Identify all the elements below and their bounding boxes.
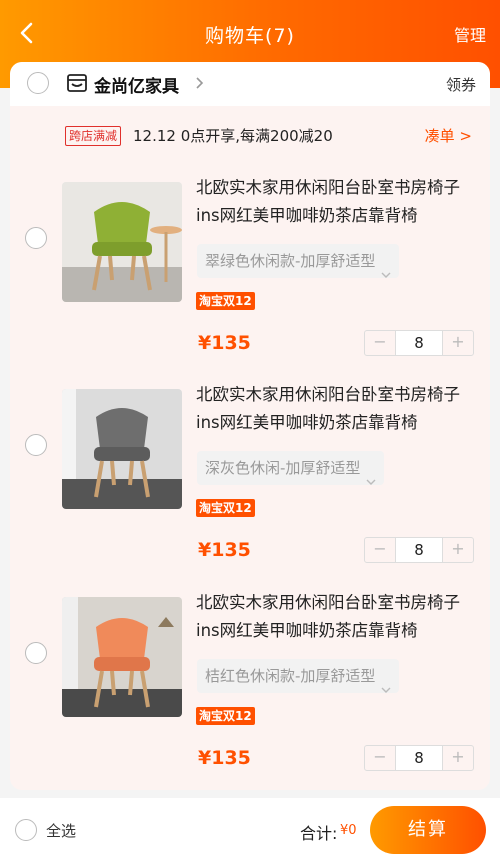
product-image[interactable] bbox=[62, 182, 182, 302]
store-card: 金尚亿家具 领券 跨店满减 12.12 0点开享,每满200减20 凑单 > 北… bbox=[10, 62, 490, 790]
select-all-label[interactable]: 全选 bbox=[46, 820, 76, 841]
decrease-button[interactable]: − bbox=[365, 331, 395, 355]
coupon-button[interactable]: 领券 bbox=[446, 74, 476, 95]
item-price: ¥135 bbox=[198, 747, 251, 769]
sku-label: 翠绿色休闲款-加厚舒适型 bbox=[205, 252, 376, 270]
promo-badge: 淘宝双12 bbox=[196, 707, 255, 725]
store-select-radio[interactable] bbox=[27, 72, 49, 94]
promo-badge: 淘宝双12 bbox=[196, 499, 255, 517]
store-header: 金尚亿家具 领券 bbox=[10, 62, 490, 106]
increase-button[interactable]: + bbox=[443, 331, 473, 355]
sku-selector[interactable]: 翠绿色休闲款-加厚舒适型 bbox=[197, 244, 400, 278]
select-all-radio[interactable] bbox=[15, 819, 37, 841]
promo-text: 12.12 0点开享,每满200减20 bbox=[133, 127, 333, 145]
quantity-input[interactable]: 8 bbox=[395, 331, 443, 355]
header-row: 购物车(7) 管理 bbox=[0, 12, 500, 56]
product-image[interactable] bbox=[62, 597, 182, 717]
quantity-input[interactable]: 8 bbox=[395, 746, 443, 770]
chevron-down-icon bbox=[366, 464, 376, 485]
promo-badge: 淘宝双12 bbox=[196, 292, 255, 310]
product-title[interactable]: 北欧实木家用休闲阳台卧室书房椅子ins网红美甲咖啡奶茶店靠背椅 bbox=[196, 381, 476, 437]
increase-button[interactable]: + bbox=[443, 538, 473, 562]
item-price: ¥135 bbox=[198, 332, 251, 354]
increase-button[interactable]: + bbox=[443, 746, 473, 770]
cart-item: 北欧实木家用休闲阳台卧室书房椅子ins网红美甲咖啡奶茶店靠背椅 翠绿色休闲款-加… bbox=[10, 178, 490, 382]
cart-item: 北欧实木家用休闲阳台卧室书房椅子ins网红美甲咖啡奶茶店靠背椅 深灰色休闲-加厚… bbox=[10, 385, 490, 589]
quantity-stepper: − 8 + bbox=[364, 330, 474, 356]
add-items-link[interactable]: 凑单 > bbox=[425, 125, 472, 146]
store-name[interactable]: 金尚亿家具 bbox=[94, 72, 179, 97]
promo-tag: 跨店满减 bbox=[65, 126, 122, 146]
cart-item: 北欧实木家用休闲阳台卧室书房椅子ins网红美甲咖啡奶茶店靠背椅 桔红色休闲款-加… bbox=[10, 593, 490, 790]
quantity-stepper: − 8 + bbox=[364, 745, 474, 771]
item-select-radio[interactable] bbox=[25, 434, 47, 456]
chevron-down-icon bbox=[381, 672, 391, 693]
quantity-stepper: − 8 + bbox=[364, 537, 474, 563]
product-title[interactable]: 北欧实木家用休闲阳台卧室书房椅子ins网红美甲咖啡奶茶店靠背椅 bbox=[196, 589, 476, 645]
product-title[interactable]: 北欧实木家用休闲阳台卧室书房椅子ins网红美甲咖啡奶茶店靠背椅 bbox=[196, 174, 476, 230]
manage-button[interactable]: 管理 bbox=[454, 22, 486, 46]
sku-selector[interactable]: 深灰色休闲-加厚舒适型 bbox=[197, 451, 385, 485]
promo-row: 跨店满减 12.12 0点开享,每满200减20 凑单 > bbox=[10, 122, 490, 150]
decrease-button[interactable]: − bbox=[365, 746, 395, 770]
checkout-bar: 全选 合计: ¥0 结算 bbox=[0, 798, 500, 863]
shop-icon bbox=[66, 72, 88, 94]
sku-label: 桔红色休闲款-加厚舒适型 bbox=[205, 667, 376, 685]
chevron-down-icon bbox=[381, 257, 391, 278]
chevron-left-icon[interactable] bbox=[10, 16, 44, 50]
item-select-radio[interactable] bbox=[25, 227, 47, 249]
decrease-button[interactable]: − bbox=[365, 538, 395, 562]
sku-selector[interactable]: 桔红色休闲款-加厚舒适型 bbox=[197, 659, 400, 693]
page-title: 购物车(7) bbox=[205, 24, 295, 47]
chevron-right-icon[interactable] bbox=[194, 74, 206, 92]
checkout-button[interactable]: 结算 bbox=[370, 806, 486, 854]
item-select-radio[interactable] bbox=[25, 642, 47, 664]
total-label: 合计: bbox=[300, 824, 338, 843]
quantity-input[interactable]: 8 bbox=[395, 538, 443, 562]
total-value: ¥0 bbox=[340, 823, 357, 838]
sku-label: 深灰色休闲-加厚舒适型 bbox=[205, 459, 361, 477]
product-image[interactable] bbox=[62, 389, 182, 509]
item-price: ¥135 bbox=[198, 539, 251, 561]
